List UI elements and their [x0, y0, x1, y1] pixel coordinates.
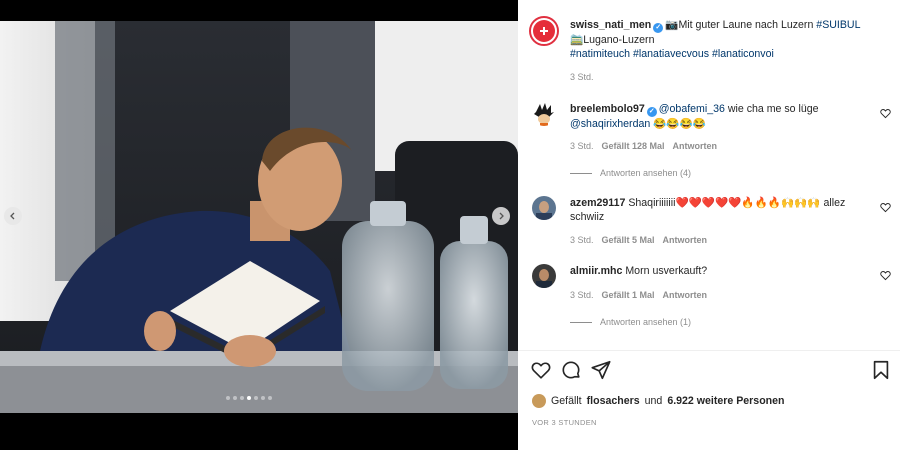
caption-route: Lugano-Luzern	[583, 34, 655, 46]
carousel-indicator	[226, 396, 272, 400]
view-replies-label: Antworten ansehen (4)	[600, 168, 692, 178]
carousel-dot	[261, 396, 265, 400]
avatar-image	[532, 102, 556, 126]
comment-meta: 3 Std. Gefällt 1 Mal Antworten	[570, 290, 707, 300]
comment-like-icon[interactable]	[880, 202, 891, 213]
comment-reply-button[interactable]: Antworten	[663, 290, 708, 300]
share-icon[interactable]	[590, 359, 612, 381]
replies-divider	[570, 321, 592, 323]
liker-username[interactable]: flosachers	[587, 395, 640, 407]
carousel-dot	[226, 396, 230, 400]
comment-time[interactable]: 3 Std.	[570, 141, 594, 151]
verified-icon: ✓	[646, 107, 657, 117]
comment-reply-button[interactable]: Antworten	[673, 141, 718, 151]
hashtag-link[interactable]: #lanatiavecvous	[633, 48, 709, 60]
carousel-dot	[268, 396, 272, 400]
heart-icon[interactable]	[530, 359, 552, 381]
carousel-dot	[254, 396, 258, 400]
comment-time[interactable]: 3 Std.	[570, 290, 594, 300]
account-avatar[interactable]	[529, 16, 559, 46]
post-timestamp[interactable]: VOR 3 STUNDEN	[532, 418, 597, 427]
hashtag-link[interactable]: #natimiteuch	[570, 48, 630, 60]
liker-avatar[interactable]	[532, 394, 546, 408]
comment-likes[interactable]: Gefällt 128 Mal	[602, 141, 665, 151]
likes-connector: und	[644, 395, 663, 407]
comment-likes[interactable]: Gefällt 1 Mal	[602, 290, 655, 300]
carousel-dot	[247, 396, 251, 400]
caption-text: swiss_nati_men ✓ 📷Mit guter Laune nach Luz…	[570, 18, 890, 61]
post-actions: Gefällt flosachers und 6.922 weitere Per…	[518, 350, 900, 450]
comments-list: breelembolo97 ✓ @obafemi_36 wie cha me so …	[518, 92, 900, 350]
post-photo[interactable]	[0, 21, 518, 413]
comment-username[interactable]: almiir.mhc	[570, 265, 622, 277]
comment-time[interactable]: 3 Std.	[570, 235, 594, 245]
comment-text: almiir.mhc Morn usverkauft?	[570, 264, 860, 278]
comment-meta: 3 Std. Gefällt 5 Mal Antworten	[570, 235, 707, 245]
view-replies-button[interactable]: Antworten ansehen (4)	[570, 168, 691, 178]
replies-divider	[570, 172, 592, 174]
comment-icon[interactable]	[560, 359, 582, 381]
carousel-prev-button[interactable]	[4, 207, 22, 225]
caption-time[interactable]: 3 Std.	[570, 72, 594, 82]
comment-emojis: 😂😂😂😂	[653, 118, 706, 130]
mention-link[interactable]: @obafemi_36	[659, 103, 725, 115]
caption-body: Mit guter Laune nach Luzern	[678, 19, 814, 31]
comment-username[interactable]: azem29117	[570, 197, 625, 209]
commenter-avatar[interactable]	[532, 196, 556, 220]
comment-likes[interactable]: Gefällt 5 Mal	[602, 235, 655, 245]
chevron-right-icon	[499, 212, 504, 220]
likes-prefix: Gefällt	[551, 395, 582, 407]
comment-body: Morn usverkauft?	[625, 265, 708, 277]
post-panel: swiss_nati_men ✓ 📷Mit guter Laune nach Luz…	[518, 0, 900, 450]
carousel-dot	[233, 396, 237, 400]
avatar-image	[532, 264, 556, 288]
likes-summary: Gefällt flosachers und 6.922 weitere Per…	[532, 394, 785, 408]
likes-others-link[interactable]: 6.922 weitere Personen	[667, 395, 784, 407]
comment-like-icon[interactable]	[880, 270, 891, 281]
comment-username[interactable]: breelembolo97	[570, 103, 645, 115]
carousel-dot	[240, 396, 244, 400]
comment-emojis: ❤️❤️❤️❤️❤️🔥🔥🔥🙌🙌🙌	[675, 197, 821, 209]
comment-body: wie cha me so lüge	[727, 103, 819, 115]
hashtag-link[interactable]: #lanaticonvoi	[712, 48, 774, 60]
view-replies-label: Antworten ansehen (1)	[600, 317, 692, 327]
comment-text: breelembolo97 ✓ @obafemi_36 wie cha me so …	[570, 102, 860, 131]
view-replies-button[interactable]: Antworten ansehen (1)	[570, 317, 691, 327]
comment-meta: 3 Std. Gefällt 128 Mal Antworten	[570, 141, 717, 151]
mention-link[interactable]: @shaqirixherdan	[570, 118, 650, 130]
commenter-avatar[interactable]	[532, 264, 556, 288]
comment-text: azem29117 Shaqiriiiiiii❤️❤️❤️❤️❤️🔥🔥🔥🙌🙌🙌 …	[570, 196, 860, 224]
avatar-image	[532, 196, 556, 220]
caption-username[interactable]: swiss_nati_men	[570, 19, 651, 31]
comment-like-icon[interactable]	[880, 108, 891, 119]
comment-reply-button[interactable]: Antworten	[663, 235, 708, 245]
carousel-next-button[interactable]	[492, 207, 510, 225]
post-caption: swiss_nati_men ✓ 📷Mit guter Laune nach Luz…	[518, 0, 900, 92]
hashtag-link[interactable]: #SUIBUL	[816, 19, 860, 31]
comment-body: Shaqiriiiiiii	[628, 197, 676, 209]
verified-icon: ✓	[653, 23, 664, 33]
photo-illustration	[0, 21, 518, 413]
train-emoji: 🚞	[570, 34, 584, 46]
chevron-left-icon	[10, 212, 15, 220]
bookmark-icon[interactable]	[870, 359, 892, 381]
camera-emoji: 📷	[665, 19, 679, 31]
swiss-cross-icon	[540, 27, 548, 35]
photo-viewer	[0, 0, 518, 450]
commenter-avatar[interactable]	[532, 102, 556, 126]
